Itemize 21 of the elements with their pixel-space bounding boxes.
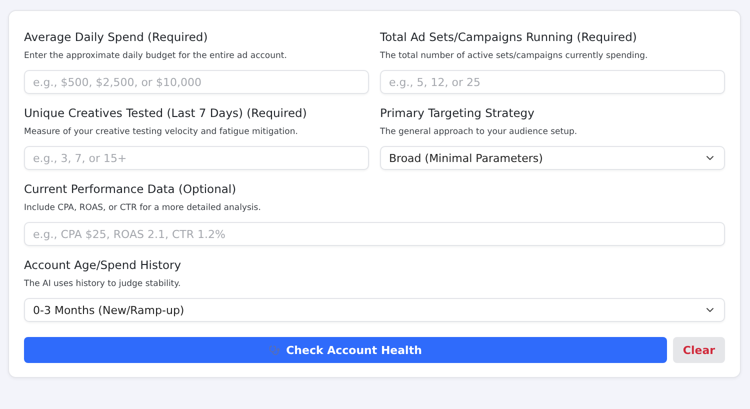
field-description: Enter the approximate daily budget for the entire ad account.	[24, 50, 288, 62]
field-description: The general approach to your audience setup.	[380, 126, 578, 138]
select-field[interactable]: 0-3 Months (New/Ramp-up)	[24, 298, 725, 322]
field-description: Include CPA, ROAS, or CTR for a more detailed analysis.	[24, 202, 262, 214]
field-label: Total Ad Sets/Campaigns Running (Required)	[380, 29, 638, 45]
input-field[interactable]: e.g., $500, $2,500, or $10,000	[24, 70, 369, 94]
field-description: The total number of active sets/campaigns currently spending.	[380, 50, 649, 62]
field-description: The AI uses history to judge stability.	[24, 278, 182, 290]
field-label: Account Age/Spend History	[24, 257, 182, 273]
input-field[interactable]: e.g., CPA $25, ROAS 2.1, CTR 1.2%	[24, 222, 725, 246]
field-label: Average Daily Spend (Required)	[24, 29, 209, 45]
field-label: Primary Targeting Strategy	[380, 105, 536, 121]
input-field[interactable]: e.g., 3, 7, or 15+	[24, 146, 369, 170]
select-field[interactable]: Broad (Minimal Parameters)	[380, 146, 725, 170]
field-description: Measure of your creative testing velocity and fatigue mitigation.	[24, 126, 299, 138]
input-field[interactable]: e.g., 5, 12, or 25	[380, 70, 725, 94]
check-health-button[interactable]: Check Account Health	[24, 337, 667, 363]
stethoscope-icon	[269, 344, 280, 356]
clear-button[interactable]: Clear	[673, 337, 725, 363]
field-label: Current Performance Data (Optional)	[24, 181, 238, 197]
field-label: Unique Creatives Tested (Last 7 Days) (Required)	[24, 105, 308, 121]
